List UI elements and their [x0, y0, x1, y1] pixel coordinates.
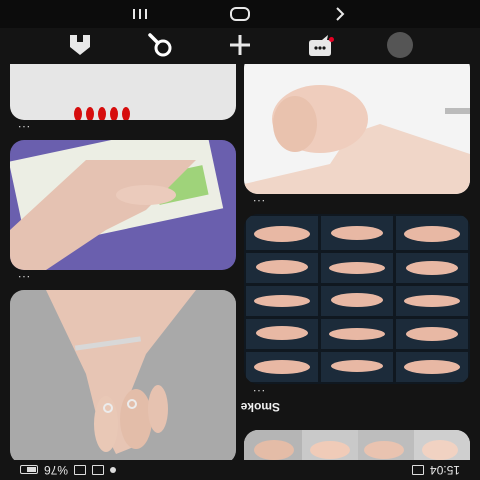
pin-image: [10, 290, 236, 460]
pin-image: [10, 64, 236, 120]
pin-image: [244, 64, 470, 194]
pin-menu-button[interactable]: ...: [17, 273, 30, 287]
battery-percent: %76: [44, 463, 69, 477]
pin-card-hand-grid[interactable]: [244, 214, 470, 384]
nav-search-button[interactable]: [142, 30, 178, 60]
image-notification-icon: [411, 465, 424, 475]
pin-card-fist[interactable]: [244, 64, 470, 194]
system-recents-button[interactable]: [125, 2, 155, 26]
status-left: 15:04: [411, 463, 460, 477]
system-home-button[interactable]: [225, 2, 255, 26]
status-right: %76: [20, 463, 117, 477]
pin-image: [244, 430, 470, 460]
pin-card-top-left[interactable]: [244, 430, 470, 460]
status-time: 15:04: [429, 463, 460, 477]
nav-home-button[interactable]: [62, 30, 98, 60]
home-pill-icon: [230, 7, 250, 21]
notification-badge: [329, 37, 334, 42]
plus-icon: [230, 35, 250, 55]
pin-card-rings[interactable]: [10, 290, 236, 460]
nav-profile-button[interactable]: [382, 30, 418, 60]
wifi-icon: [92, 465, 105, 475]
pinterest-home-icon: [70, 35, 90, 55]
pin-menu-button[interactable]: ...: [17, 123, 30, 137]
nav-create-button[interactable]: [222, 30, 258, 60]
board-section-title: Smoke: [240, 400, 280, 414]
bottom-navigation: [0, 28, 480, 62]
nav-notifications-button[interactable]: [302, 30, 338, 60]
pin-menu-button[interactable]: ...: [252, 197, 265, 211]
recents-icon: [133, 9, 147, 19]
notification-dot-icon: [110, 467, 117, 473]
back-icon: [336, 7, 345, 21]
system-back-button[interactable]: [325, 2, 355, 26]
pin-card-book-hand[interactable]: [10, 140, 236, 270]
system-navigation-bar: [0, 0, 480, 28]
pin-image: [244, 214, 470, 384]
status-bar: 15:04 %76: [0, 460, 480, 480]
pin-card-nails[interactable]: [10, 64, 236, 120]
app-screen: 15:04 %76 Smoke ... ... ... ...: [0, 0, 480, 480]
pin-feed[interactable]: Smoke ... ... ... ...: [0, 64, 480, 460]
pin-menu-button[interactable]: ...: [252, 387, 265, 401]
battery-icon: [20, 465, 38, 475]
signal-icon: [74, 465, 87, 475]
pin-image: [10, 140, 236, 270]
search-icon: [148, 33, 172, 57]
avatar-icon: [387, 32, 413, 58]
